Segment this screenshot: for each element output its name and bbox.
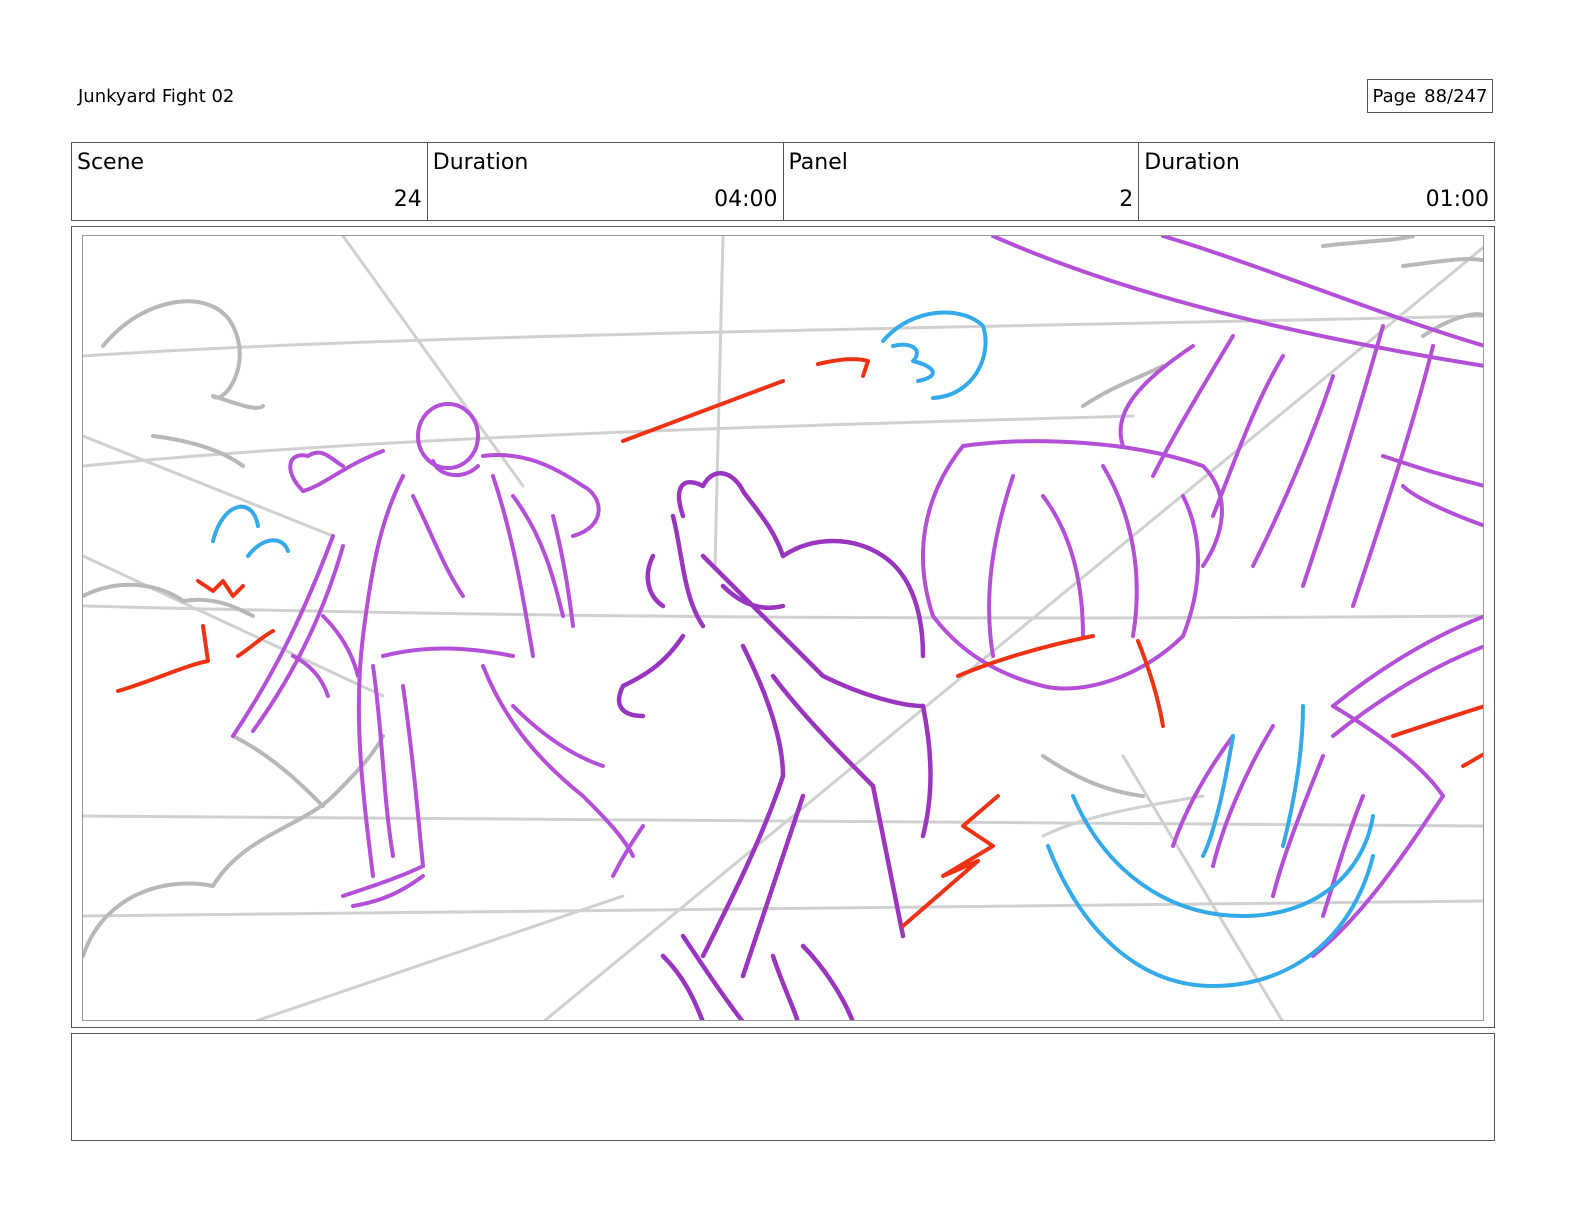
middle-character [616, 471, 933, 1020]
page-label: Page [1372, 85, 1417, 107]
page-number: 88/247 [1424, 85, 1488, 107]
action-lines [116, 357, 1483, 928]
panel-duration-value: 01:00 [1425, 187, 1489, 212]
scene-duration-value: 04:00 [714, 187, 778, 212]
page-indicator: Page 88/247 [1367, 79, 1493, 113]
scene-value: 24 [393, 187, 422, 212]
scene-duration-label: Duration [432, 150, 529, 175]
scene-duration-cell: Duration 04:00 [428, 143, 784, 220]
panel-value: 2 [1119, 187, 1134, 212]
scene-cell: Scene 24 [72, 143, 428, 220]
storyboard-panel [71, 226, 1495, 1028]
panel-label: Panel [788, 150, 848, 175]
lunging-character [921, 236, 1483, 958]
background-character [231, 402, 645, 908]
document-title: Junkyard Fight 02 [78, 86, 235, 107]
info-row: Scene 24 Duration 04:00 Panel 2 Duration… [71, 142, 1495, 221]
scene-label: Scene [77, 150, 145, 175]
sketch-drawing [83, 236, 1483, 1020]
notes-box[interactable] [71, 1033, 1495, 1141]
storyboard-frame [82, 235, 1484, 1021]
panel-cell: Panel 2 [784, 143, 1140, 220]
panel-duration-cell: Duration 01:00 [1139, 143, 1494, 220]
panel-duration-label: Duration [1144, 150, 1240, 175]
